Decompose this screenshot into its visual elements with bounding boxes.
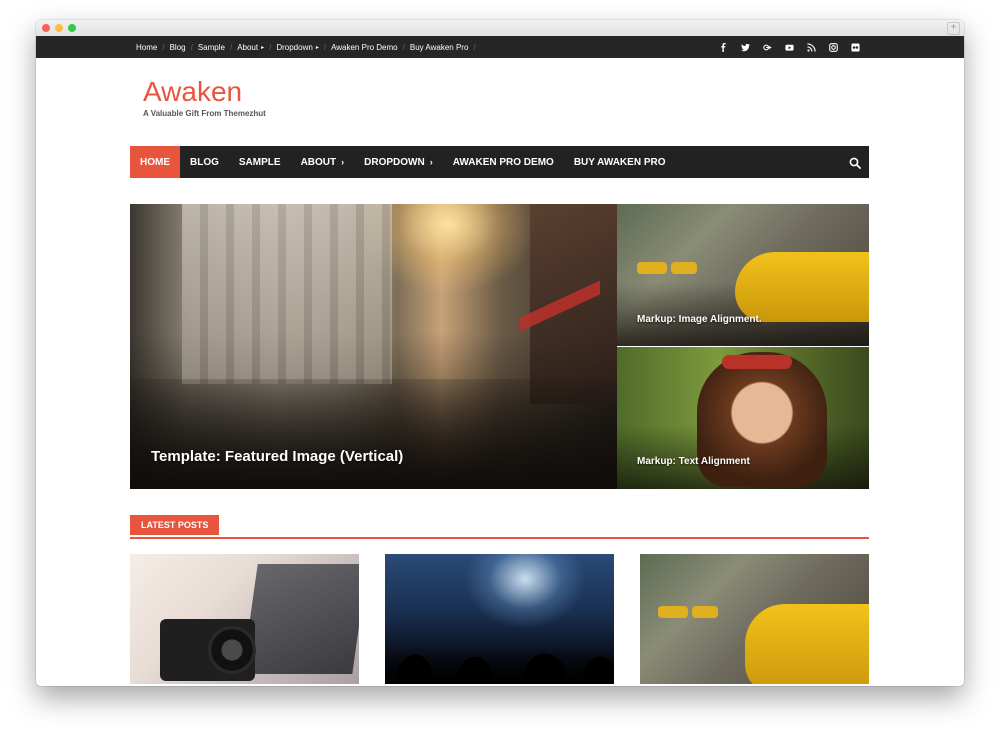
nav-item-blog[interactable]: BLOG: [180, 146, 229, 178]
caret-right-icon: ▸: [315, 44, 319, 51]
caret-right-icon: ▸: [261, 44, 265, 51]
top-link-label: Buy Awaken Pro: [409, 42, 469, 52]
post-thumbnail[interactable]: [385, 554, 614, 684]
minimize-window-button[interactable]: [55, 24, 63, 32]
youtube-icon[interactable]: [784, 42, 794, 52]
divider: /: [473, 42, 476, 52]
nav-item-dropdown[interactable]: DROPDOWN ›: [354, 146, 443, 178]
new-tab-button[interactable]: +: [947, 22, 960, 35]
taxi-image: [658, 606, 688, 618]
divider: /: [402, 42, 405, 52]
nav-item-about[interactable]: ABOUT ›: [291, 146, 355, 178]
crowd-image: [130, 379, 617, 489]
top-link-blog[interactable]: Blog: [170, 43, 186, 52]
search-icon[interactable]: [849, 156, 861, 169]
divider: /: [269, 42, 272, 52]
social-links: [706, 36, 860, 58]
browser-window: + Home / Blog / Sample / About ▸ / Dropdo…: [36, 20, 964, 686]
chevron-right-icon: ›: [429, 157, 433, 167]
top-link-label: Awaken Pro Demo: [331, 42, 398, 52]
post-thumbnail[interactable]: [640, 554, 869, 684]
latest-posts-header: LATEST POSTS: [130, 515, 869, 539]
building-image: [182, 204, 392, 384]
nav-item-label: ABOUT: [300, 156, 337, 168]
nav-item-sample[interactable]: SAMPLE: [229, 146, 291, 178]
taxi-image: [637, 262, 667, 274]
facebook-icon[interactable]: [718, 42, 728, 52]
site-title[interactable]: Awaken: [143, 77, 242, 107]
top-link-dropdown[interactable]: Dropdown ▸: [276, 43, 318, 52]
featured-side-post-image-alignment[interactable]: Markup: Image Alignment.: [617, 204, 869, 346]
divider: /: [323, 42, 327, 52]
divider: /: [190, 42, 193, 52]
taxi-image: [735, 252, 869, 322]
nav-item-label: SAMPLE: [238, 156, 281, 168]
instagram-icon[interactable]: [828, 42, 838, 52]
divider: /: [229, 42, 233, 52]
featured-side-title[interactable]: Markup: Text Alignment: [637, 456, 750, 467]
nav-item-buy-awaken-pro[interactable]: BUY AWAKEN PRO: [564, 146, 676, 178]
top-link-home[interactable]: Home: [136, 43, 157, 52]
featured-side-post-text-alignment[interactable]: Markup: Text Alignment: [617, 347, 869, 489]
section-title: LATEST POSTS: [130, 515, 220, 535]
chevron-right-icon: ›: [341, 157, 345, 167]
nav-item-label: BLOG: [190, 156, 219, 168]
taxi-image: [745, 604, 869, 684]
browser-chrome: +: [36, 20, 964, 37]
top-link-about[interactable]: About ▸: [237, 43, 264, 52]
taxi-image: [671, 262, 697, 274]
camera-lens-image: [208, 626, 256, 674]
flickr-icon[interactable]: [850, 42, 860, 52]
taxi-image: [692, 606, 718, 618]
top-bar: Home / Blog / Sample / About ▸ / Dropdown…: [36, 36, 964, 58]
top-link-label: Sample: [197, 42, 225, 52]
nav-item-home[interactable]: HOME: [130, 146, 180, 178]
rss-icon[interactable]: [806, 42, 816, 52]
nav-item-label: BUY AWAKEN PRO: [573, 156, 666, 168]
google-plus-icon[interactable]: [762, 42, 772, 52]
main-navigation: HOME BLOG SAMPLE ABOUT › DROPDOWN › AWAKEN…: [130, 146, 869, 178]
top-link-label: Blog: [169, 42, 186, 52]
top-link-label: Dropdown: [276, 42, 313, 52]
nav-item-awaken-pro-demo[interactable]: AWAKEN PRO DEMO: [443, 146, 564, 178]
nav-item-label: AWAKEN PRO DEMO: [452, 156, 554, 168]
divider: /: [162, 42, 165, 52]
post-thumbnail[interactable]: [130, 554, 359, 684]
top-link-label: About: [237, 42, 259, 52]
headband-image: [722, 355, 792, 369]
nav-item-label: DROPDOWN: [364, 156, 425, 168]
nav-item-label: HOME: [140, 156, 170, 168]
top-link-buy-awaken-pro[interactable]: Buy Awaken Pro: [410, 43, 469, 52]
top-link-label: Home: [136, 42, 158, 52]
featured-posts: Template: Featured Image (Vertical) Mark…: [130, 204, 869, 489]
laptop-image: [242, 564, 359, 674]
top-link-awaken-pro-demo[interactable]: Awaken Pro Demo: [331, 43, 398, 52]
top-link-sample[interactable]: Sample: [198, 43, 225, 52]
zoom-window-button[interactable]: [68, 24, 76, 32]
twitter-icon[interactable]: [740, 42, 750, 52]
concert-crowd-image: [385, 609, 614, 684]
featured-side-title[interactable]: Markup: Image Alignment.: [637, 314, 762, 325]
site-tagline: A Valuable Gift From Themezhut: [143, 109, 266, 118]
close-window-button[interactable]: [42, 24, 50, 32]
top-menu: Home / Blog / Sample / About ▸ / Dropdown…: [136, 36, 481, 58]
featured-main-post[interactable]: Template: Featured Image (Vertical): [130, 204, 617, 489]
featured-main-title[interactable]: Template: Featured Image (Vertical): [151, 448, 403, 465]
